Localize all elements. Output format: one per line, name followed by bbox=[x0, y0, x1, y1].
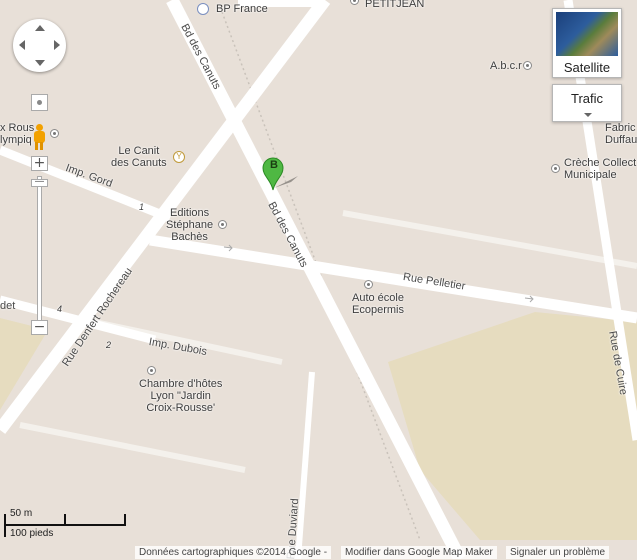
poi-abcr[interactable]: A.b.c.r bbox=[490, 60, 522, 72]
house-number: 2 bbox=[106, 340, 112, 350]
scale-imperial: 100 pieds bbox=[10, 528, 54, 539]
poi-le-canit-line1: Le Canit bbox=[118, 145, 160, 157]
bar-icon[interactable]: Y bbox=[173, 151, 185, 163]
poi-creche[interactable]: Crèche Collect Municipale bbox=[564, 157, 636, 181]
poi-auto-line1: Auto école bbox=[352, 292, 404, 304]
poi-chambre[interactable]: Chambre d'hôtes Lyon "Jardin Croix-Rouss… bbox=[139, 378, 222, 414]
house-number: 4 bbox=[57, 304, 63, 314]
poi-le-canit-line2: des Canuts bbox=[111, 157, 167, 169]
marker-label: B bbox=[270, 159, 278, 171]
poi-chambre-line3: Croix-Rousse' bbox=[146, 402, 216, 414]
poi-auto-ecole[interactable]: Auto école Ecopermis bbox=[352, 292, 404, 316]
pan-left-icon[interactable] bbox=[19, 40, 25, 50]
poi-olympic-line2: lympiq bbox=[0, 134, 32, 146]
poi-dot-icon bbox=[364, 280, 373, 289]
poi-dot-icon bbox=[551, 164, 560, 173]
poi-chambre-line1: Chambre d'hôtes bbox=[139, 378, 223, 390]
dropdown-arrow-icon bbox=[584, 113, 592, 117]
attribution-data: Données cartographiques ©2014 Google - bbox=[135, 546, 332, 559]
gas-station-icon[interactable] bbox=[197, 3, 209, 15]
poi-dot-icon bbox=[523, 61, 532, 70]
poi-petitjean[interactable]: PETITJEAN bbox=[365, 0, 424, 10]
attribution-edit-link[interactable]: Modifier dans Google Map Maker bbox=[341, 546, 497, 559]
dot-icon bbox=[37, 100, 42, 105]
pan-right-icon[interactable] bbox=[54, 40, 60, 50]
poi-chambre-line2: Lyon "Jardin bbox=[150, 390, 211, 402]
zoom-slider-track[interactable] bbox=[37, 176, 42, 326]
poi-bp-france[interactable]: BP France bbox=[216, 3, 268, 15]
poi-fabric-line1: Fabric bbox=[605, 122, 636, 134]
satellite-button[interactable]: Satellite bbox=[552, 8, 622, 78]
poi-editions[interactable]: Editions Stéphane Bachès bbox=[166, 207, 213, 243]
poi-editions-line1: Editions bbox=[169, 207, 210, 219]
pan-up-icon[interactable] bbox=[35, 25, 45, 31]
pan-down-icon[interactable] bbox=[35, 60, 45, 66]
poi-le-canit[interactable]: Le Canit des Canuts bbox=[111, 145, 167, 169]
zoom-out-button[interactable]: − bbox=[31, 320, 48, 335]
rotate-button[interactable] bbox=[31, 94, 48, 111]
poi-creche-line2: Municipale bbox=[564, 169, 617, 181]
poi-olympic[interactable]: x Rous lympiq bbox=[0, 122, 34, 146]
poi-dot-icon bbox=[218, 220, 227, 229]
scale-metric: 50 m bbox=[10, 508, 33, 519]
poi-editions-line3: Bachès bbox=[171, 231, 208, 243]
poi-creche-line1: Crèche Collect bbox=[564, 157, 637, 169]
satellite-label: Satellite bbox=[563, 60, 611, 75]
poi-editions-line2: Stéphane bbox=[166, 219, 214, 231]
poi-auto-line2: Ecopermis bbox=[352, 304, 404, 316]
poi-fabric-line2: Duffau bbox=[605, 134, 637, 146]
pegman-icon[interactable] bbox=[32, 124, 46, 150]
traffic-button[interactable]: Trafic bbox=[552, 84, 622, 122]
pan-control[interactable] bbox=[13, 19, 66, 72]
map-canvas[interactable] bbox=[0, 0, 637, 559]
zoom-in-button[interactable]: + bbox=[31, 156, 48, 171]
traffic-label: Trafic bbox=[570, 91, 604, 106]
poi-dot-icon bbox=[50, 129, 59, 138]
house-number: 1 bbox=[139, 202, 145, 212]
poi-olympic-line1: x Rous bbox=[0, 122, 35, 134]
poi-fabric[interactable]: Fabric Duffau bbox=[605, 122, 637, 146]
poi-dot-icon bbox=[147, 366, 156, 375]
zoom-slider-handle[interactable]: — bbox=[31, 177, 48, 187]
road-label-det: det bbox=[0, 300, 16, 312]
attribution-report-link[interactable]: Signaler un problème bbox=[506, 546, 610, 559]
satellite-thumbnail bbox=[556, 12, 618, 56]
